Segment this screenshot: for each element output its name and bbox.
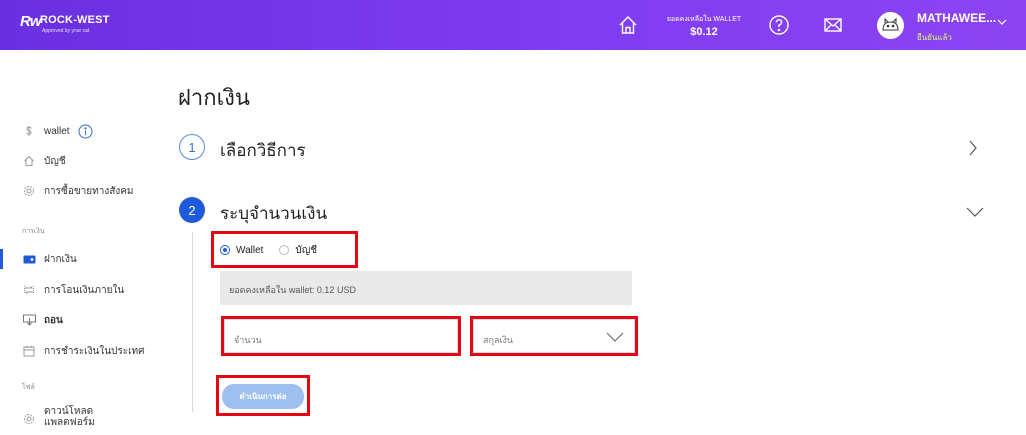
radio-wallet-label[interactable]: Wallet xyxy=(236,245,263,256)
avatar[interactable] xyxy=(877,12,904,39)
dollar-icon xyxy=(22,124,36,138)
sidebar-item-local-payment[interactable]: การชำระเงินในประเทศ xyxy=(22,342,145,360)
sidebar-item-label: ดาวน์โหลด แพลตฟอร์ม xyxy=(44,406,95,428)
currency-select[interactable]: สกุลเงิน xyxy=(473,319,635,353)
wallet-balance[interactable]: ยอดคงเหลือใน WALLET $0.12 xyxy=(663,14,745,38)
sidebar-item-download-platform[interactable]: ดาวน์โหลด แพลตฟอร์ม xyxy=(22,406,95,432)
sidebar-item-deposit[interactable]: ฝากเงิน xyxy=(22,250,77,268)
top-bar: Rw ROCK-WEST Approved by your cat ยอดคงเ… xyxy=(0,0,1026,50)
chevron-down-icon xyxy=(606,332,624,344)
sidebar-section-finance: การเงิน xyxy=(22,228,45,235)
help-icon[interactable] xyxy=(768,14,790,36)
wallet-balance-value: $0.12 xyxy=(690,26,718,38)
sidebar-item-label: การโอนเงินภายใน xyxy=(44,284,125,296)
sidebar-item-wallet[interactable]: wallet xyxy=(22,122,93,140)
transfer-icon xyxy=(22,283,36,297)
sidebar-item-social-trading[interactable]: การซื้อขายทางสังคม xyxy=(22,182,134,200)
brand-logo[interactable]: Rw ROCK-WEST Approved by your cat xyxy=(20,12,130,38)
currency-select-placeholder: สกุลเงิน xyxy=(483,335,514,345)
mail-icon[interactable] xyxy=(822,14,844,36)
radio-account-label[interactable]: บัญชี xyxy=(295,243,317,258)
sidebar-item-label-line2: แพลตฟอร์ม xyxy=(44,417,95,428)
wallet-balance-label: ยอดคงเหลือใน WALLET xyxy=(666,16,742,23)
chevron-right-icon[interactable] xyxy=(968,140,978,161)
step1-number: 1 xyxy=(179,134,205,160)
home-icon[interactable] xyxy=(617,14,639,36)
radio-wallet[interactable] xyxy=(220,245,230,255)
home-icon xyxy=(22,154,36,168)
logo-tagline: Approved by your cat xyxy=(42,28,90,34)
deposit-icon xyxy=(22,252,36,266)
sidebar-item-label-line1: ดาวน์โหลด xyxy=(44,406,94,417)
withdraw-icon xyxy=(22,313,36,327)
sidebar-item-label: การซื้อขายทางสังคม xyxy=(44,185,134,197)
info-icon[interactable] xyxy=(78,124,93,139)
gear-icon xyxy=(22,412,36,426)
logo-name: ROCK-WEST xyxy=(40,14,110,26)
sidebar-active-indicator xyxy=(0,249,3,269)
wallet-balance-info: ยอดคงเหลือใน wallet: 0.12 USD xyxy=(220,271,632,305)
user-verified-status: ยืนยันแล้ว xyxy=(917,33,952,42)
sidebar-item-withdraw[interactable]: ถอน xyxy=(22,311,63,329)
username[interactable]: MATHAWEE... xyxy=(917,11,996,25)
sidebar-section-files: ไฟล์ xyxy=(22,384,35,391)
page-title: ฝากเงิน xyxy=(178,85,250,110)
sidebar-item-account[interactable]: บัญชี xyxy=(22,152,66,170)
sidebar-item-label: wallet xyxy=(44,125,70,137)
amount-input[interactable]: จำนวน xyxy=(224,319,458,353)
step2-number: 2 xyxy=(179,197,205,223)
chevron-down-icon[interactable] xyxy=(966,204,984,222)
step2-title[interactable]: ระบุจำนวนเงิน xyxy=(220,200,327,227)
sidebar-item-label: ฝากเงิน xyxy=(44,253,77,265)
step-connector-line xyxy=(192,232,193,412)
sidebar-item-label: ถอน xyxy=(44,314,63,326)
step1-title[interactable]: เลือกวิธีการ xyxy=(220,137,306,164)
sidebar-item-label: บัญชี xyxy=(44,155,66,167)
gear-icon xyxy=(22,184,36,198)
continue-button[interactable]: ดำเนินการต่อ xyxy=(222,384,304,409)
logo-mark: Rw xyxy=(20,13,41,30)
sidebar-item-label: การชำระเงินในประเทศ xyxy=(44,345,145,357)
calendar-icon xyxy=(22,344,36,358)
sidebar-item-internal-transfer[interactable]: การโอนเงินภายใน xyxy=(22,281,124,299)
chevron-down-icon[interactable] xyxy=(997,13,1007,25)
source-radio-group: Wallet บัญชี xyxy=(220,242,317,258)
radio-account[interactable] xyxy=(279,245,290,255)
